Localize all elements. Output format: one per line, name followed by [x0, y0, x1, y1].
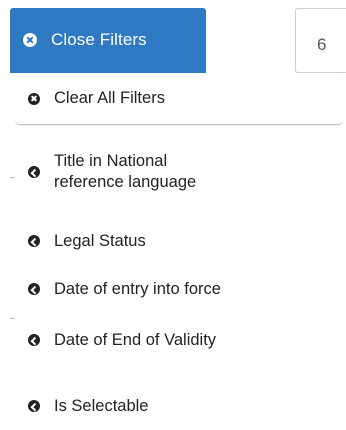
filter-item-label: Is Selectable [54, 396, 149, 415]
filter-item-label: Title in National reference language [54, 151, 196, 193]
filter-item-label-line1: Title in National [54, 152, 168, 170]
chevron-left-circle-icon [28, 235, 40, 247]
filter-item-is-selectable[interactable]: Is Selectable [10, 391, 346, 421]
filter-item-legal-status[interactable]: Legal Status [10, 226, 346, 256]
filter-item-date-entry-into-force[interactable]: Date of entry into force [10, 274, 346, 304]
filters-panel: Clear All Filters Title in National refe… [10, 73, 346, 430]
filter-item-date-end-of-validity[interactable]: Date of End of Validity [10, 325, 346, 355]
clear-all-filters-button[interactable]: Clear All Filters [15, 73, 343, 125]
filter-item-title-national-language[interactable]: Title in National reference language [10, 149, 346, 195]
close-circle-icon [23, 32, 37, 47]
results-count-box: 6 [295, 8, 346, 73]
divider [10, 318, 15, 319]
close-filters-button[interactable]: Close Filters [10, 8, 206, 73]
results-count-text: 6 [317, 35, 327, 54]
filter-item-label: Legal Status [54, 231, 146, 250]
chevron-left-circle-icon [28, 166, 40, 178]
divider [10, 177, 15, 178]
filter-item-label: Date of entry into force [54, 279, 221, 298]
chevron-left-circle-icon [28, 283, 40, 295]
close-circle-icon [28, 92, 40, 105]
chevron-left-circle-icon [28, 334, 40, 346]
filter-item-label: Date of End of Validity [54, 330, 217, 349]
clear-all-filters-label: Clear All Filters [54, 89, 165, 107]
close-filters-label: Close Filters [51, 29, 147, 49]
filter-item-label-line2: reference language [54, 173, 197, 191]
chevron-left-circle-icon [28, 400, 40, 412]
